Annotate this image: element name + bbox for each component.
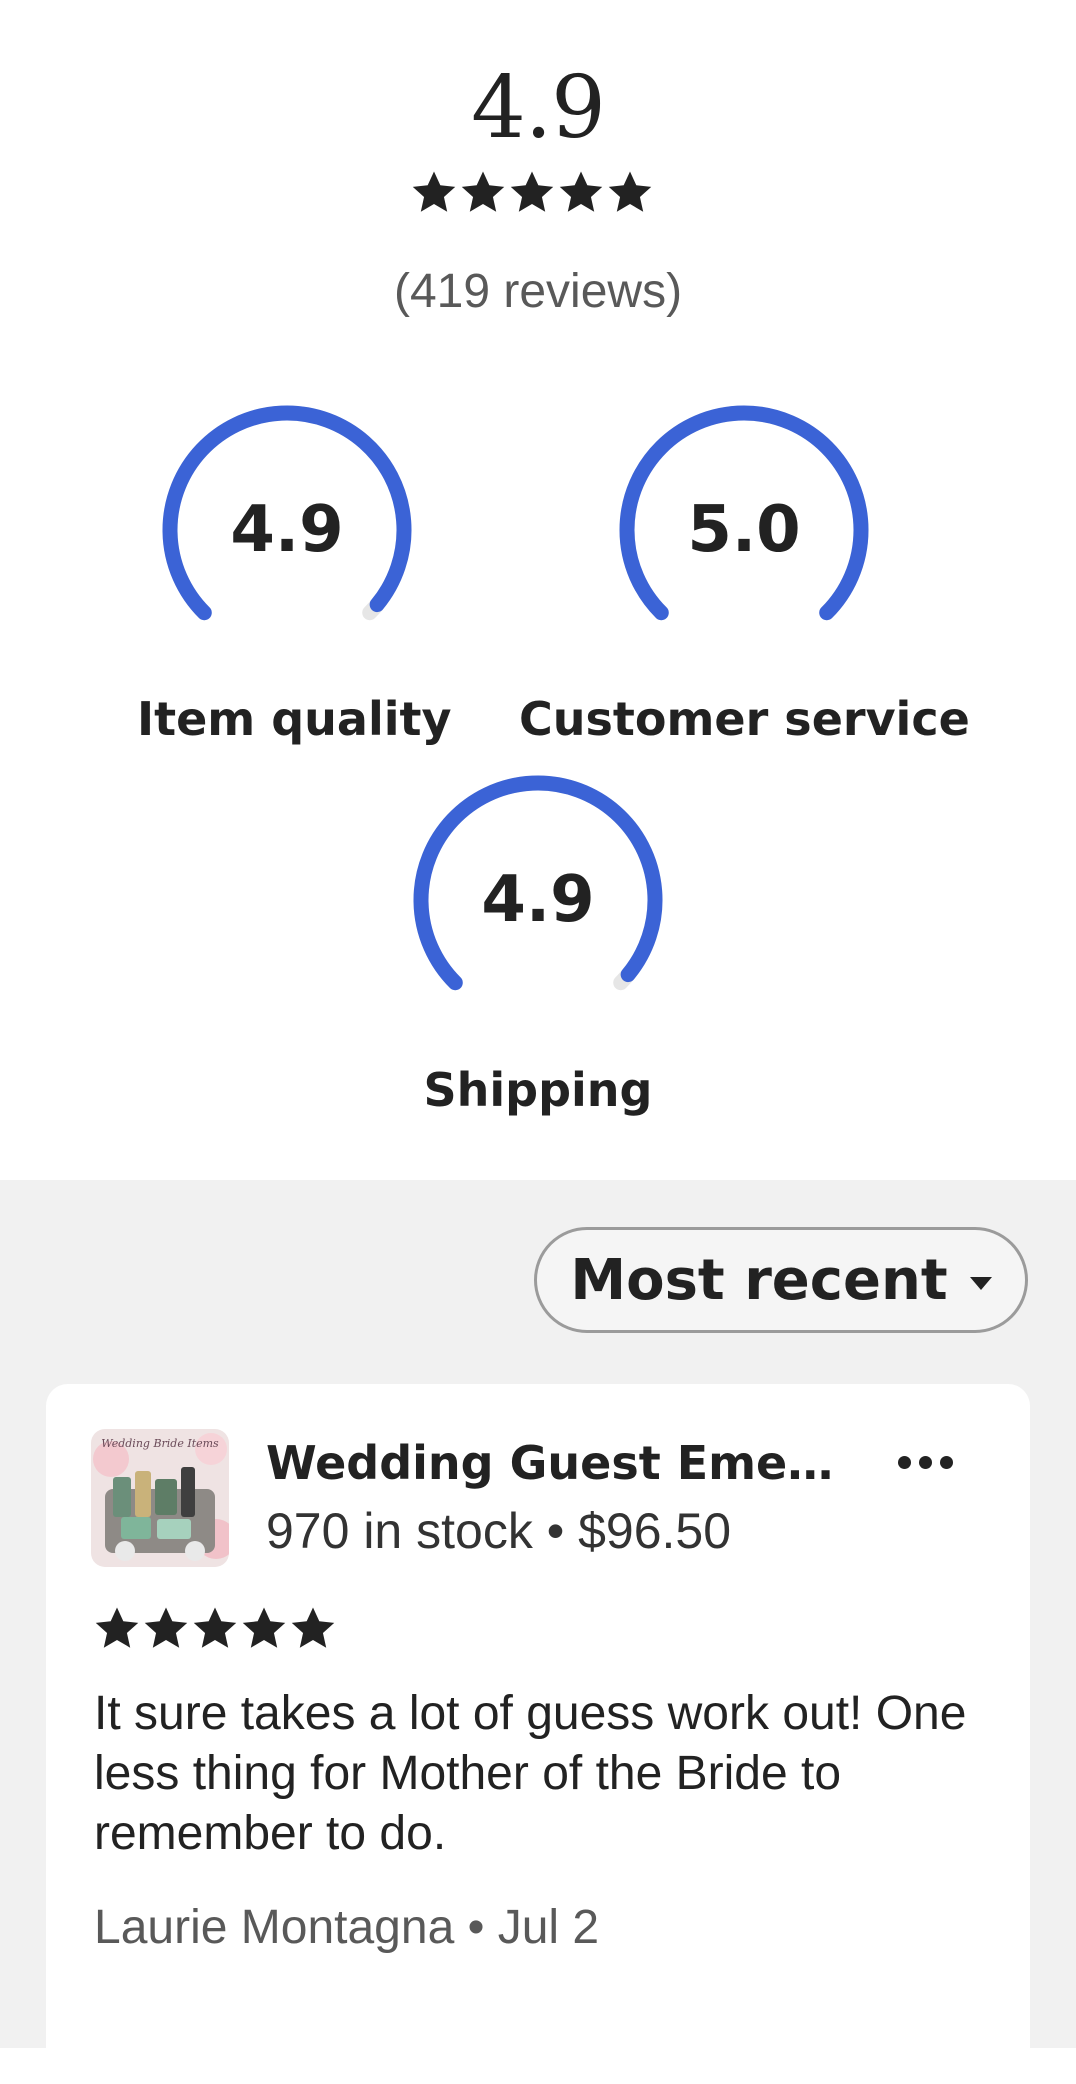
star-icon xyxy=(242,1607,286,1648)
star-icon xyxy=(291,1607,335,1648)
star-icon xyxy=(193,1607,237,1648)
review-text: It sure takes a lot of guess work out! O… xyxy=(94,1687,967,1860)
item-quality-score: 4.9 xyxy=(230,493,344,567)
overall-rating: 4.9 xyxy=(471,58,606,158)
item-quality-label: Item quality xyxy=(137,692,452,746)
star-icon xyxy=(461,171,505,212)
customer-service-gauge: 5.0 xyxy=(619,405,869,655)
star-icon xyxy=(559,171,603,212)
product-title[interactable]: Wedding Guest Emer... xyxy=(266,1436,836,1490)
review-stars xyxy=(94,1606,336,1650)
product-thumbnail[interactable]: Wedding Bride Items xyxy=(91,1429,229,1567)
shipping-label: Shipping xyxy=(423,1063,653,1117)
shipping-gauge: 4.9 xyxy=(413,775,663,1025)
more-options-button[interactable] xyxy=(890,1442,960,1482)
review-card: Wedding Bride Items Wedding Guest Emer..… xyxy=(46,1384,1030,2084)
shipping-score: 4.9 xyxy=(481,863,595,937)
product-image: Wedding Bride Items xyxy=(91,1429,229,1567)
overall-stars xyxy=(411,170,653,214)
star-icon xyxy=(144,1607,188,1648)
sort-dropdown[interactable]: Most recent xyxy=(534,1227,1028,1333)
customer-service-label: Customer service xyxy=(519,692,970,746)
product-meta: 970 in stock • $96.50 xyxy=(266,1503,732,1559)
review-author-date: Laurie Montagna • Jul 2 xyxy=(94,1901,600,1954)
star-icon xyxy=(95,1607,139,1648)
more-dot-icon xyxy=(939,1455,953,1469)
more-dot-icon xyxy=(918,1455,932,1469)
star-icon xyxy=(608,171,652,212)
sort-label: Most recent xyxy=(570,1247,948,1313)
caret-down-icon xyxy=(969,1276,992,1290)
thumbnail-caption: Wedding Bride Items xyxy=(101,1437,219,1450)
item-quality-gauge: 4.9 xyxy=(162,405,412,655)
rating-summary: 4.9 (419 reviews) 4.9 Item quality 5.0 C… xyxy=(0,0,1076,1180)
review-count: (419 reviews) xyxy=(393,265,683,318)
star-icon xyxy=(412,171,456,212)
customer-service-score: 5.0 xyxy=(687,493,801,567)
more-dot-icon xyxy=(897,1455,911,1469)
star-icon xyxy=(510,171,554,212)
